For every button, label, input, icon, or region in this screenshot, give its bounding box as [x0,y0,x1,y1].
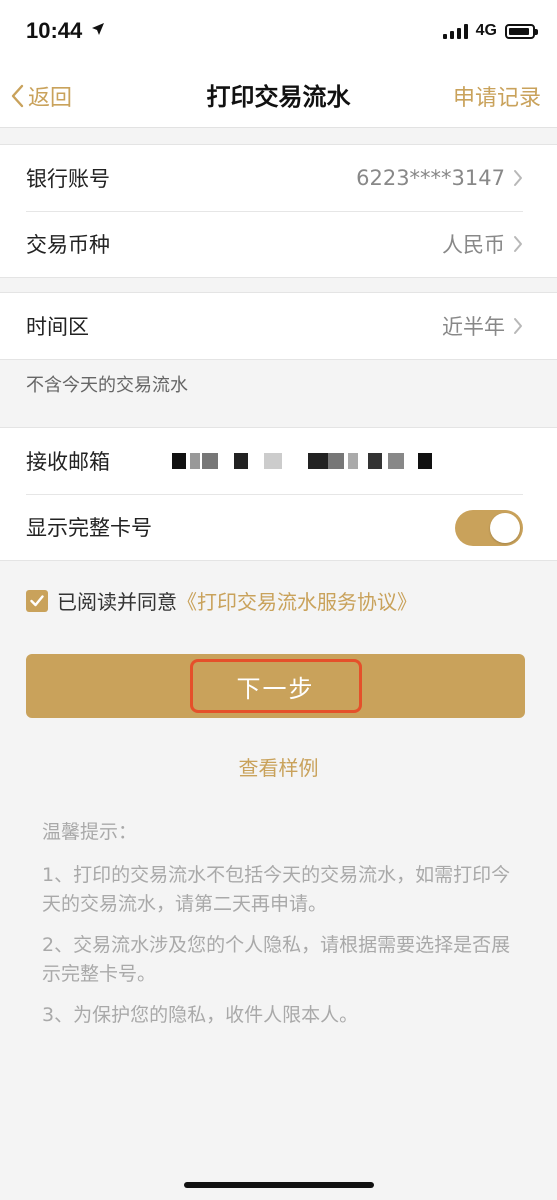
period-row[interactable]: 时间区 近半年 [0,293,557,359]
home-indicator[interactable] [184,1182,374,1188]
tips-title: 温馨提示： [42,821,138,843]
next-button-highlight: 下一步 [189,659,362,713]
next-button[interactable]: 下一步 [26,654,525,718]
account-group: 银行账号 6223****3147 交易币种 人民币 [0,144,557,278]
apply-records-button[interactable]: 申请记录 [453,80,541,112]
email-row[interactable]: 接收邮箱 [0,428,557,494]
agreement-checkbox[interactable] [26,589,48,612]
delivery-group: 接收邮箱 显示完整卡号 [0,427,557,561]
agreement-row: 已阅读并同意 《打印交易流水服务协议》 [26,586,417,615]
tip-item: 2、交易流水涉及您的个人隐私，请根据需要选择是否展示完整卡号。 [42,934,511,985]
full-card-label: 显示完整卡号 [26,516,152,540]
bank-account-label: 银行账号 [26,167,110,191]
chevron-right-icon [514,170,522,186]
nav-bar: 返回 打印交易流水 申请记录 [0,62,557,128]
email-value-redacted [172,452,432,470]
tips-section: 温馨提示： 1、打印的交易流水不包括今天的交易流水，如需打印今天的交易流水，请第… [42,818,517,1042]
chevron-right-icon [514,318,522,334]
network-type: 4G [475,22,497,39]
status-time: 10:44 [26,18,83,43]
currency-label: 交易币种 [26,233,110,257]
status-bar: 10:44 4G [0,0,557,62]
period-value: 近半年 [442,315,505,339]
battery-icon [505,23,538,39]
location-arrow-icon [92,23,104,35]
period-group: 时间区 近半年 [0,292,557,360]
tip-item: 3、为保护您的隐私，收件人限本人。 [42,1004,359,1026]
checkmark-icon [30,594,44,606]
bank-account-row[interactable]: 银行账号 6223****3147 [0,145,557,211]
email-label: 接收邮箱 [26,450,110,474]
status-indicators: 4G [442,20,538,42]
signal-icon [442,23,468,39]
chevron-right-icon [514,236,522,252]
full-card-row: 显示完整卡号 [0,494,557,560]
currency-row[interactable]: 交易币种 人民币 [0,211,557,277]
view-sample-link[interactable]: 查看样例 [0,752,557,781]
next-button-label: 下一步 [236,674,315,703]
toggle-knob [490,513,520,543]
agreement-prefix: 已阅读并同意 [57,590,177,614]
agreement-link[interactable]: 《打印交易流水服务协议》 [177,586,417,615]
currency-value: 人民币 [442,233,505,257]
full-card-toggle[interactable] [455,510,523,546]
period-note: 不含今天的交易流水 [26,375,188,396]
bank-account-value: 6223****3147 [356,166,505,190]
tip-item: 1、打印的交易流水不包括今天的交易流水，如需打印今天的交易流水，请第二天再申请。 [42,864,511,915]
period-label: 时间区 [26,315,89,339]
